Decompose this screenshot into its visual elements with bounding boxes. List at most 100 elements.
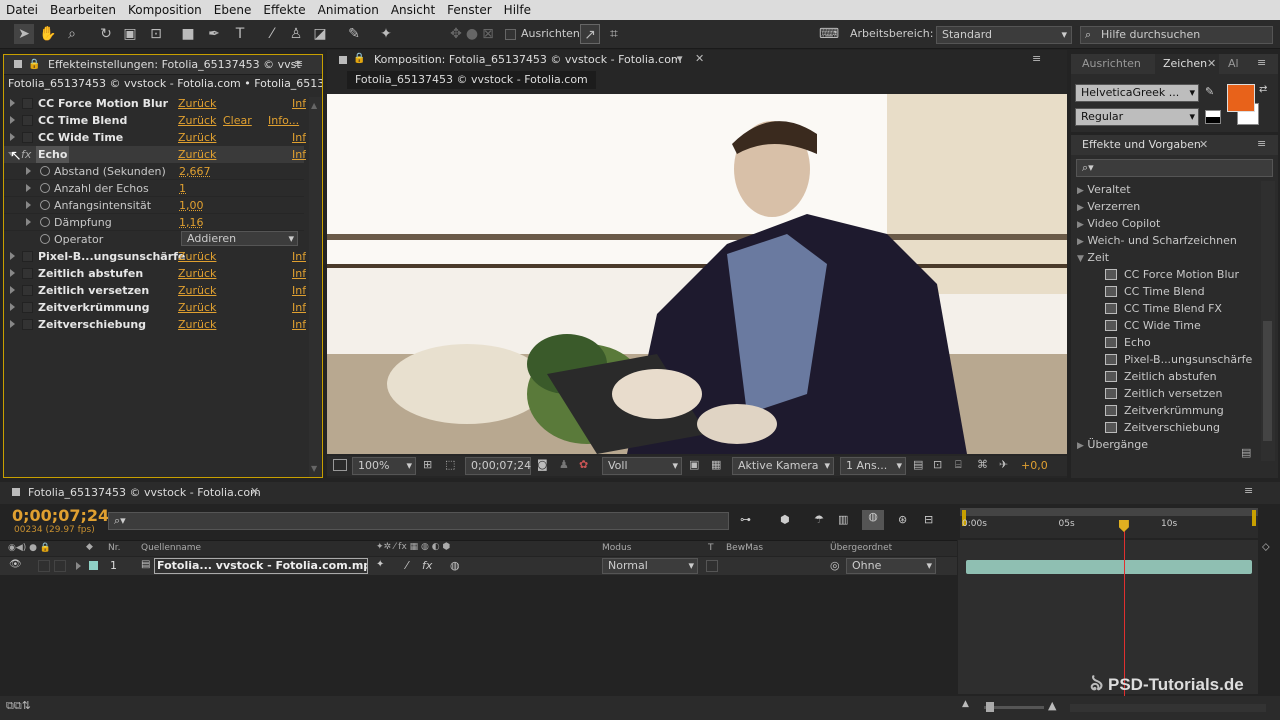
align-checkbox[interactable]: [505, 29, 516, 40]
preset-category[interactable]: ▶ Video Copilot: [1077, 215, 1257, 232]
tab-timeline[interactable]: Fotolia_65137453 © vvstock - Fotolia.com: [28, 483, 261, 503]
selection-tool-icon[interactable]: ➤: [14, 24, 34, 44]
stopwatch-icon[interactable]: [40, 183, 50, 193]
zoom-in-icon[interactable]: ▲: [1048, 699, 1056, 712]
preset-effect-item[interactable]: CC Force Motion Blur: [1105, 266, 1257, 283]
comp-tab-close-icon[interactable]: ✕: [695, 52, 704, 65]
preset-effect-item[interactable]: CC Time Blend: [1105, 283, 1257, 300]
col-nr[interactable]: Nr.: [108, 543, 120, 553]
effect-info-link[interactable]: Inf: [292, 129, 306, 146]
col-t[interactable]: T: [708, 543, 714, 553]
draft-3d-icon[interactable]: ⬢: [780, 513, 790, 526]
frame-blending-icon[interactable]: ▥: [838, 513, 848, 526]
black-white-swatch-icon[interactable]: [1205, 110, 1221, 124]
tab-ausrichten[interactable]: Ausrichten: [1082, 54, 1141, 74]
effect-clear-link[interactable]: Clear: [223, 112, 252, 129]
effect-info-link[interactable]: Inf: [292, 146, 306, 163]
preset-category[interactable]: ▶ Übergänge: [1077, 436, 1257, 453]
preset-effect-item[interactable]: Pixel-B...ungsunschärfe: [1105, 351, 1257, 368]
effect-enable-checkbox[interactable]: [22, 98, 33, 109]
preset-category[interactable]: ▶ Veraltet: [1077, 181, 1257, 198]
effect-reset-link[interactable]: Zurück: [178, 282, 216, 299]
stopwatch-icon[interactable]: [40, 217, 50, 227]
timeline-scrollbar[interactable]: [1070, 704, 1266, 712]
effect-reset-link[interactable]: Zurück: [178, 299, 216, 316]
tab-effects-presets[interactable]: Effekte und Vorgaben: [1082, 135, 1201, 155]
effect-enable-checkbox[interactable]: [22, 251, 33, 262]
effect-reset-link[interactable]: Zurück: [178, 112, 216, 129]
motion-blur-icon[interactable]: ◍: [862, 510, 884, 530]
new-preset-icon[interactable]: ▤: [1241, 446, 1251, 459]
expand-triangle-icon[interactable]: ▶: [1077, 441, 1084, 451]
expand-triangle-icon[interactable]: [10, 269, 15, 277]
menu-fenster[interactable]: Fenster: [441, 3, 498, 17]
col-trkmat[interactable]: BewMas: [726, 543, 763, 553]
preset-effect-item[interactable]: CC Time Blend FX: [1105, 300, 1257, 317]
param-value[interactable]: 1: [179, 180, 186, 197]
effect-info-link[interactable]: Inf: [292, 299, 306, 316]
always-preview-icon[interactable]: [333, 459, 347, 471]
swap-colors-icon[interactable]: ⇄: [1259, 84, 1267, 95]
comp-mini-flowchart-icon[interactable]: ⊶: [740, 513, 751, 526]
solo-toggle[interactable]: [38, 560, 50, 572]
eye-icon[interactable]: 👁: [9, 559, 22, 570]
effect-enable-checkbox[interactable]: [22, 302, 33, 313]
collapse-triangle-icon[interactable]: ▼: [1077, 254, 1084, 264]
pen-tool-icon[interactable]: ✒: [204, 24, 224, 44]
timeline-timecode[interactable]: 0;00;07;24: [12, 506, 109, 525]
comp-panel-menu-icon[interactable]: ≡: [1032, 52, 1041, 65]
parent-pickwhip-icon[interactable]: ◎: [830, 559, 840, 572]
zoom-select[interactable]: 100% ▾: [352, 457, 416, 475]
effect-info-link[interactable]: Inf: [292, 95, 306, 112]
effect-row[interactable]: Pixel-B...ungsunschärfe Zurück Inf: [4, 248, 306, 265]
effect-enable-checkbox[interactable]: [22, 115, 33, 126]
show-snapshot-icon[interactable]: ♟: [559, 458, 569, 471]
layer-switches-icon[interactable]: ⧉⧉⇅: [6, 699, 31, 713]
pan-behind-tool-icon[interactable]: ⊡: [146, 24, 166, 44]
axis-view-icon[interactable]: ⊠: [478, 24, 498, 44]
timeline-menu-icon[interactable]: ≡: [1244, 484, 1253, 497]
timeline-icon[interactable]: ⌸: [955, 458, 962, 472]
label-icon[interactable]: ◆: [86, 542, 93, 552]
menu-hilfe[interactable]: Hilfe: [498, 3, 537, 17]
camera-tool-icon[interactable]: ▣: [120, 24, 140, 44]
font-style-select[interactable]: Regular ▾: [1075, 108, 1199, 126]
effect-reset-link[interactable]: Zurück: [178, 129, 216, 146]
effect-enable-checkbox[interactable]: [22, 319, 33, 330]
layer-expand-icon[interactable]: [76, 562, 81, 570]
timeline-close-icon[interactable]: [12, 488, 20, 496]
hide-shy-layers-icon[interactable]: ☂: [814, 513, 824, 526]
tab-zeichen[interactable]: Zeichen: [1163, 54, 1207, 74]
effect-reset-link[interactable]: Zurück: [178, 248, 216, 265]
timecode-display[interactable]: 0;00;07;24: [465, 457, 531, 475]
char-panel-menu-icon[interactable]: ≡: [1257, 56, 1266, 69]
operator-select[interactable]: Addieren ▾: [181, 231, 298, 246]
presets-scrollbar[interactable]: [1261, 181, 1275, 461]
expand-triangle-icon[interactable]: [10, 320, 15, 328]
preset-category[interactable]: ▼ Zeit: [1077, 249, 1257, 266]
comp-close-icon[interactable]: [339, 56, 347, 64]
echo-param-row[interactable]: Anzahl der Echos 1: [4, 180, 304, 197]
effect-reset-link[interactable]: Zurück: [178, 146, 216, 163]
parent-select[interactable]: Ohne ▾: [846, 558, 936, 574]
preset-effect-item[interactable]: Zeitverschiebung: [1105, 419, 1257, 436]
lock-toggle[interactable]: [54, 560, 66, 572]
expand-triangle-icon[interactable]: ▶: [1077, 220, 1084, 230]
puppet-tool-icon[interactable]: ✦: [376, 24, 396, 44]
expand-triangle-icon[interactable]: [26, 184, 31, 192]
zoom-slider[interactable]: [984, 702, 1044, 712]
snap-icon[interactable]: ↗: [580, 24, 600, 44]
snapshot-icon[interactable]: ◙: [537, 458, 548, 471]
echo-operator-row[interactable]: Operator Addieren ▾: [4, 231, 304, 248]
stopwatch-icon[interactable]: [40, 200, 50, 210]
expand-triangle-icon[interactable]: [10, 252, 15, 260]
quality-switch-icon[interactable]: ⁄: [406, 559, 408, 572]
effect-info-link[interactable]: Inf: [292, 282, 306, 299]
reset-exposure-icon[interactable]: ✈: [999, 458, 1008, 471]
time-ruler[interactable]: 0:00s 05s 10s: [960, 508, 1258, 538]
preset-effect-item[interactable]: Zeitlich abstufen: [1105, 368, 1257, 385]
eraser-tool-icon[interactable]: ◪: [310, 24, 330, 44]
shy-switch-icon[interactable]: ✦: [376, 559, 384, 570]
menu-ebene[interactable]: Ebene: [208, 3, 258, 17]
menu-bearbeiten[interactable]: Bearbeiten: [44, 3, 122, 17]
